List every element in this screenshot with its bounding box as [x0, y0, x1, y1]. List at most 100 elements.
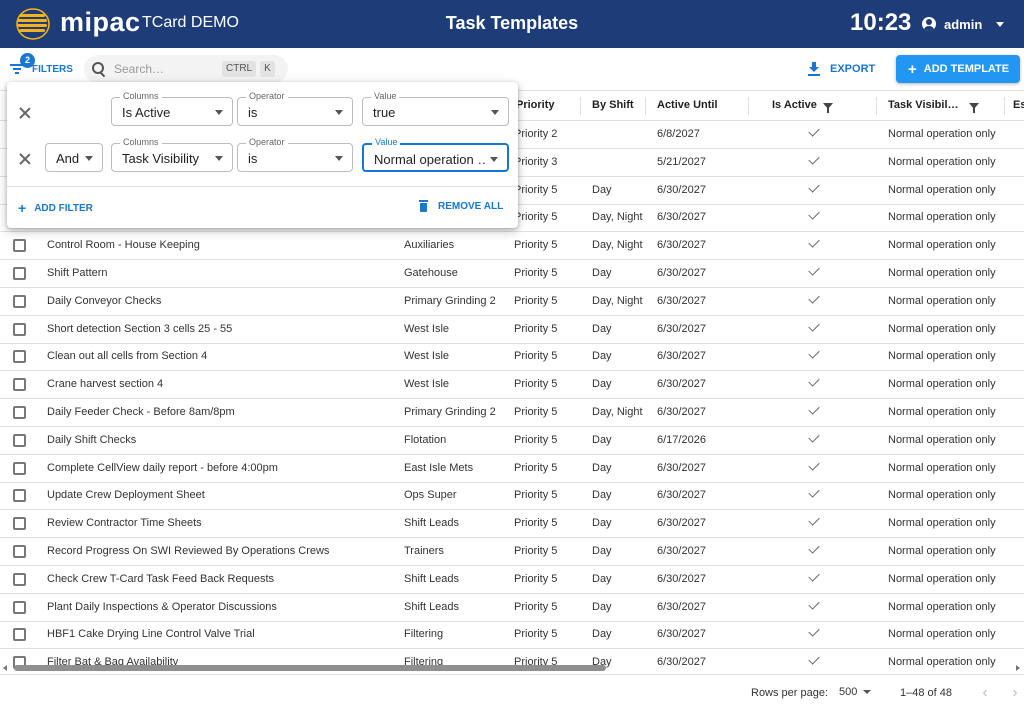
table-row[interactable]: Update Crew Deployment Sheet Ops Super Pri… — [0, 482, 1024, 511]
table-row[interactable]: Review Contractor Time Sheets Shift Leads… — [0, 510, 1024, 539]
column-separator[interactable] — [748, 97, 749, 115]
search-input[interactable] — [114, 62, 222, 76]
table-row[interactable]: Record Progress On SWI Reviewed By Opera… — [0, 538, 1024, 566]
remove-filter-icon[interactable] — [19, 107, 31, 119]
column-separator[interactable] — [1004, 97, 1005, 115]
table-row[interactable]: Shift Pattern Gatehouse Priority 5 Day 6/30/… — [0, 260, 1024, 288]
cell-area: Primary Grinding 2 — [404, 406, 496, 418]
cell-task-visibility: Normal operation only — [888, 239, 996, 252]
cell-area: Flotation — [404, 433, 447, 446]
cell-active-until: 6/8/2027 — [657, 128, 700, 140]
table-row[interactable]: Clean out all cells from Section 4 West I… — [0, 343, 1024, 372]
cell-active-until: 6/30/2027 — [657, 294, 706, 307]
table-row[interactable]: Check Crew T-Card Task Feed Back Request… — [0, 566, 1024, 594]
cell-priority: Priority 5 — [514, 600, 558, 613]
table-row[interactable]: Crane harvest section 4 West Isle Priority… — [0, 371, 1024, 400]
table-row[interactable]: Short detection Section 3 cells 25 - 55 W… — [0, 316, 1024, 344]
column-header-extra[interactable]: Es — [1013, 99, 1024, 111]
add-template-button[interactable]: + ADD TEMPLATE — [896, 55, 1020, 83]
row-checkbox[interactable] — [13, 406, 26, 419]
row-checkbox[interactable] — [13, 239, 26, 253]
column-separator[interactable] — [645, 97, 646, 115]
row-checkbox[interactable] — [13, 600, 26, 614]
row-checkbox[interactable] — [13, 294, 26, 308]
cell-active-until: 6/30/2027 — [657, 572, 706, 585]
filter-1-operator-select[interactable]: Operator is — [237, 91, 353, 126]
row-checkbox[interactable] — [13, 461, 26, 475]
export-button[interactable]: EXPORT — [808, 60, 875, 78]
table-row[interactable]: Complete CellView daily report - before … — [0, 455, 1024, 483]
cell-task-visibility: Normal operation only — [888, 350, 996, 363]
scrollbar-thumb[interactable] — [14, 665, 606, 671]
check-icon — [808, 208, 820, 221]
filter-active-icon[interactable] — [968, 103, 979, 113]
row-checkbox[interactable] — [13, 628, 26, 642]
horizontal-scrollbar[interactable] — [0, 662, 1024, 674]
filter-2-operator-select[interactable]: Operator is — [237, 137, 353, 172]
cell-active-until: 6/17/2026 — [657, 433, 706, 446]
chevron-down-icon — [490, 157, 498, 162]
column-header-priority[interactable]: Priority — [516, 99, 555, 111]
filter-2-column-value: Task Visibility — [122, 151, 200, 166]
cell-task-name: Control Room - House Keeping — [47, 239, 200, 252]
row-checkbox[interactable] — [13, 572, 26, 586]
cell-task-name: Update Crew Deployment Sheet — [47, 489, 205, 502]
table-row[interactable]: Daily Shift Checks Flotation Priority 5 Day… — [0, 427, 1024, 455]
cell-area: Filtering — [404, 628, 444, 641]
table-row[interactable]: Daily Feeder Check - Before 8am/8pm Prima… — [0, 399, 1024, 427]
filter-2-logic-select[interactable]: And — [45, 143, 103, 172]
brand-name: mipac — [60, 7, 141, 37]
filter-2-value-select[interactable]: Value Normal operation … — [362, 137, 509, 172]
scroll-right-arrow-icon[interactable] — [1016, 665, 1020, 671]
cell-active-until: 6/30/2027 — [657, 350, 706, 363]
column-header-active-until[interactable]: Active Until — [657, 99, 718, 111]
cell-priority: Priority 5 — [514, 239, 558, 252]
column-separator[interactable] — [876, 97, 877, 115]
cell-task-visibility: Normal operation only — [888, 461, 996, 474]
next-page-icon[interactable]: › — [1006, 684, 1024, 702]
row-checkbox[interactable] — [13, 433, 26, 447]
remove-filter-icon[interactable] — [19, 153, 31, 165]
column-separator[interactable] — [580, 97, 581, 115]
filter-active-icon[interactable] — [822, 103, 833, 113]
plus-icon: + — [18, 200, 27, 216]
column-header-by-shift[interactable]: By Shift — [592, 99, 634, 111]
row-checkbox[interactable] — [13, 545, 26, 558]
filter-1-value-select[interactable]: Value true — [362, 91, 509, 126]
row-checkbox[interactable] — [13, 378, 26, 392]
table-row[interactable]: Plant Daily Inspections & Operator Discu… — [0, 594, 1024, 622]
row-checkbox[interactable] — [13, 350, 26, 364]
cell-by-shift: Day — [592, 489, 612, 502]
previous-page-icon[interactable]: ‹ — [976, 684, 994, 702]
cell-task-name: Check Crew T-Card Task Feed Back Request… — [47, 572, 275, 585]
filter-1-column-select[interactable]: Columns Is Active — [111, 91, 233, 126]
remove-all-button[interactable]: REMOVE ALL — [419, 200, 503, 212]
cell-priority: Priority 5 — [514, 350, 558, 363]
user-menu[interactable]: admin — [922, 14, 1005, 34]
cell-active-until: 5/21/2027 — [657, 155, 706, 168]
cell-area: West Isle — [404, 350, 450, 363]
add-filter-button[interactable]: + ADD FILTER — [18, 201, 93, 215]
chevron-down-icon — [335, 156, 343, 161]
filter-2-column-select[interactable]: Columns Task Visibility — [111, 137, 233, 172]
cell-priority: Priority 5 — [514, 406, 558, 418]
scroll-left-arrow-icon[interactable] — [3, 665, 7, 671]
table-row[interactable]: Daily Conveyor Checks Primary Grinding 2 P… — [0, 288, 1024, 316]
row-checkbox[interactable] — [13, 517, 26, 531]
check-icon — [808, 625, 820, 638]
rows-per-page-select[interactable]: 500 — [839, 686, 872, 698]
export-label: EXPORT — [830, 63, 876, 75]
column-header-task-visibility[interactable]: Task Visibil… — [888, 99, 979, 113]
cell-task-name: Plant Daily Inspections & Operator Discu… — [47, 600, 277, 613]
cell-active-until: 6/30/2027 — [657, 406, 706, 418]
row-checkbox[interactable] — [13, 489, 26, 503]
cell-task-visibility: Normal operation only — [888, 183, 996, 196]
row-checkbox[interactable] — [13, 322, 26, 336]
cell-priority: Priority 5 — [514, 628, 558, 641]
column-header-is-active[interactable]: Is Active — [772, 99, 833, 113]
row-checkbox[interactable] — [13, 267, 26, 280]
cell-priority: Priority 5 — [514, 183, 558, 196]
table-row[interactable]: HBF1 Cake Drying Line Control Valve Tria… — [0, 621, 1024, 650]
divider — [7, 186, 518, 187]
table-row[interactable]: Control Room - House Keeping Auxiliaries P… — [0, 232, 1024, 261]
